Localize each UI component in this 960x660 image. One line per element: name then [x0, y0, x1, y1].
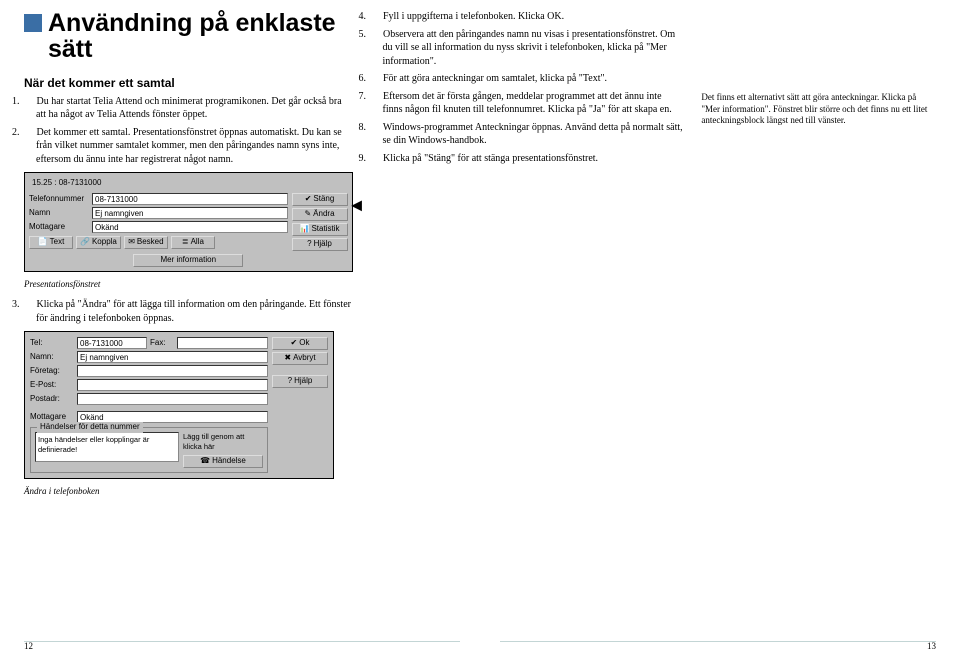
d2-epost-label: E-Post: — [30, 380, 74, 391]
title-square-icon — [24, 14, 42, 32]
edit-dialog: Tel: 08-7131000 Fax: Namn: Ej namngiven … — [24, 331, 334, 479]
caption-2: Ändra i telefonboken — [24, 485, 353, 497]
footer-rule-right — [500, 641, 936, 642]
namn-label: Namn — [29, 208, 89, 219]
d2-namn-field[interactable]: Ej namngiven — [77, 351, 268, 363]
sidenote: Det finns ett alternativt sätt att göra … — [701, 92, 936, 127]
step-5: 5. Observera att den påringandes namn nu… — [371, 28, 684, 69]
text-button[interactable]: 📄Text — [29, 236, 73, 249]
help-icon: ? — [307, 239, 311, 250]
cancel-icon: ✖ — [284, 353, 291, 364]
d2-foretag-label: Företag: — [30, 366, 74, 377]
step-8: 8. Windows-programmet Anteckningar öppna… — [371, 121, 684, 148]
step-4: 4. Fyll i uppgifterna i telefonboken. Kl… — [371, 10, 684, 24]
check-icon: ✔ — [291, 338, 298, 349]
d2-postadr-label: Postadr: — [30, 394, 74, 405]
events-textarea[interactable]: Inga händelser eller kopplingar är defin… — [35, 432, 179, 462]
message-icon: ✉ — [128, 237, 135, 248]
telnr-field[interactable]: 08-7131000 — [92, 193, 288, 205]
step-6: 6. För att göra anteckningar om samtalet… — [371, 72, 684, 86]
link-icon: 🔗 — [80, 237, 90, 248]
add-hint: Lägg till genom att klicka här — [183, 432, 263, 452]
subheading: När det kommer ett samtal — [24, 75, 353, 91]
telnr-label: Telefonnummer — [29, 194, 89, 205]
d2-fax-field[interactable] — [177, 337, 268, 349]
stat-button[interactable]: 📊Statistik — [292, 223, 348, 236]
page-title: Användning på enklaste sätt — [24, 10, 353, 63]
d2-mott-label: Mottagare — [30, 412, 74, 423]
besked-button[interactable]: ✉Besked — [124, 236, 168, 249]
mer-info-button[interactable]: Mer information — [133, 254, 243, 267]
step-7: 7. Eftersom det är första gången, meddel… — [371, 90, 684, 117]
events-group: Händelser för detta nummer Inga händelse… — [30, 427, 268, 473]
footer-rule-left — [24, 641, 460, 642]
page-number-right: 13 — [927, 640, 936, 652]
namn-field[interactable]: Ej namngiven — [92, 207, 288, 219]
andra-button[interactable]: ✎Ändra — [292, 208, 348, 221]
steps-list-1b: 3. Klicka på "Ändra" för att lägga till … — [24, 298, 353, 325]
mott-label: Mottagare — [29, 222, 89, 233]
d2-ok-button[interactable]: ✔Ok — [272, 337, 328, 350]
stang-button[interactable]: ✔Stäng — [292, 193, 348, 206]
all-icon: ≣ — [182, 237, 189, 248]
d2-epost-field[interactable] — [77, 379, 268, 391]
help-icon: ? — [288, 376, 292, 387]
phone-icon: ☎ — [200, 456, 210, 467]
step-3: 3. Klicka på "Ändra" för att lägga till … — [24, 298, 353, 325]
d2-postadr-field[interactable] — [77, 393, 268, 405]
d2-fax-label: Fax: — [150, 338, 174, 349]
check-icon: ✔ — [305, 194, 312, 205]
dialog1-title: 15.25 : 08-7131000 — [29, 177, 348, 190]
page-number-left: 12 — [24, 640, 33, 652]
stats-icon: 📊 — [300, 224, 310, 235]
steps-list-1: 1. Du har startat Telia Attend och minim… — [24, 95, 353, 167]
d2-tel-label: Tel: — [30, 338, 74, 349]
alla-button[interactable]: ≣Alla — [171, 236, 215, 249]
presentation-dialog: 15.25 : 08-7131000 Telefonnummer 08-7131… — [24, 172, 353, 272]
text-icon: 📄 — [38, 237, 48, 248]
heading-text: Användning på enklaste sätt — [48, 10, 353, 63]
handelse-button[interactable]: ☎Händelse — [183, 455, 263, 468]
mott-field[interactable]: Okänd — [92, 221, 288, 233]
step-2: 2. Det kommer ett samtal. Presentationsf… — [24, 126, 353, 167]
step-1: 1. Du har startat Telia Attend och minim… — [24, 95, 353, 122]
steps-list-2: 4. Fyll i uppgifterna i telefonboken. Kl… — [371, 10, 684, 165]
d2-foretag-field[interactable] — [77, 365, 268, 377]
step-9: 9. Klicka på "Stäng" för att stänga pres… — [371, 152, 684, 166]
help-button[interactable]: ?Hjälp — [292, 238, 348, 251]
edit-icon: ✎ — [304, 209, 311, 220]
koppla-button[interactable]: 🔗Koppla — [76, 236, 121, 249]
arrow-icon: ◄ — [348, 193, 366, 217]
d2-namn-label: Namn: — [30, 352, 74, 363]
caption-1: Presentationsfönstret — [24, 278, 353, 290]
d2-avbryt-button[interactable]: ✖Avbryt — [272, 352, 328, 365]
d2-tel-field[interactable]: 08-7131000 — [77, 337, 147, 349]
d2-help-button[interactable]: ?Hjälp — [272, 375, 328, 388]
group-title: Händelser för detta nummer — [37, 422, 143, 433]
